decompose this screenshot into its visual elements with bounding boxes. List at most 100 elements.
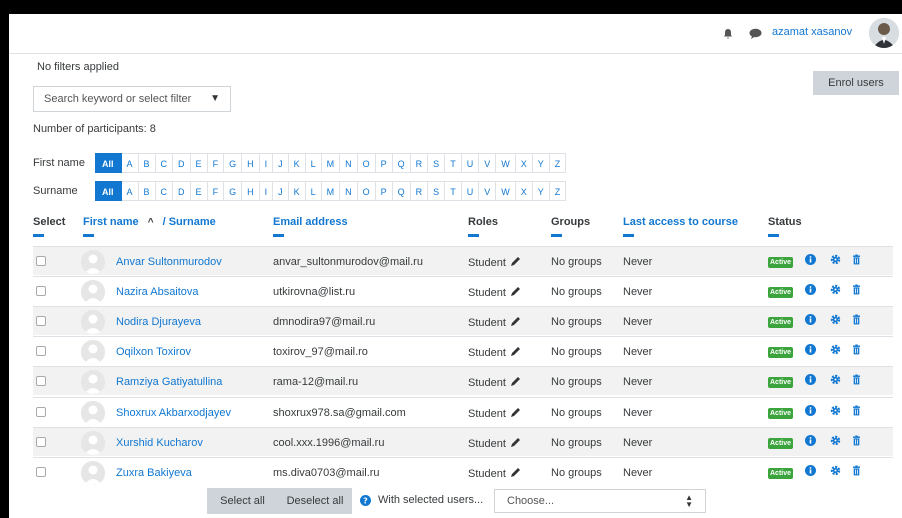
surname-initial-n[interactable]: N [340, 181, 358, 201]
surname-initial-b[interactable]: B [138, 181, 156, 201]
row-select-checkbox[interactable] [36, 286, 46, 297]
sort-firstname-link[interactable]: First name [83, 216, 139, 228]
firstname-initial-c[interactable]: C [155, 153, 174, 173]
surname-initial-k[interactable]: K [288, 181, 306, 201]
header-select-bar[interactable] [33, 234, 44, 237]
unenrol-trash-icon[interactable] [851, 435, 862, 446]
enrolment-info-icon[interactable] [805, 284, 816, 296]
surname-initial-w[interactable]: W [496, 181, 516, 201]
firstname-initial-all[interactable]: All [95, 153, 122, 173]
user-name-link[interactable]: Ramziya Gatiyatullina [116, 376, 222, 388]
edit-enrolment-gear-icon[interactable] [830, 465, 841, 476]
surname-initial-t[interactable]: T [445, 181, 462, 201]
surname-initial-q[interactable]: Q [392, 181, 411, 201]
enrol-users-button[interactable]: Enrol users [813, 71, 899, 95]
unenrol-trash-icon[interactable] [851, 344, 862, 355]
firstname-initial-m[interactable]: M [321, 153, 341, 173]
help-question-icon[interactable]: ? [360, 495, 371, 506]
firstname-initial-d[interactable]: D [173, 153, 191, 173]
surname-initial-d[interactable]: D [173, 181, 191, 201]
surname-initial-p[interactable]: P [375, 181, 393, 201]
surname-initial-o[interactable]: O [357, 181, 376, 201]
user-name-link[interactable]: Nazira Absaitova [116, 286, 199, 298]
surname-initial-u[interactable]: U [461, 181, 480, 201]
edit-roles-pencil-icon[interactable] [510, 376, 521, 387]
unenrol-trash-icon[interactable] [851, 314, 862, 325]
edit-enrolment-gear-icon[interactable] [830, 405, 841, 416]
user-name-link[interactable]: Anvar Sultonmurodov [116, 256, 222, 268]
enrolment-info-icon[interactable] [805, 464, 816, 476]
edit-enrolment-gear-icon[interactable] [830, 284, 841, 295]
firstname-initial-y[interactable]: Y [532, 153, 550, 173]
user-avatar[interactable] [869, 18, 899, 48]
unenrol-trash-icon[interactable] [851, 405, 862, 416]
firstname-initial-q[interactable]: Q [392, 153, 411, 173]
firstname-initial-f[interactable]: F [207, 153, 225, 173]
sort-email-link[interactable]: Email address [273, 216, 348, 228]
edit-roles-pencil-icon[interactable] [510, 286, 521, 297]
surname-initial-h[interactable]: H [242, 181, 260, 201]
unenrol-trash-icon[interactable] [851, 254, 862, 265]
firstname-initial-g[interactable]: G [224, 153, 243, 173]
edit-roles-pencil-icon[interactable] [510, 346, 521, 357]
edit-roles-pencil-icon[interactable] [510, 467, 521, 478]
header-roles-bar[interactable] [468, 234, 479, 237]
edit-enrolment-gear-icon[interactable] [830, 254, 841, 265]
surname-initial-v[interactable]: V [479, 181, 497, 201]
edit-roles-pencil-icon[interactable] [510, 256, 521, 267]
surname-initial-r[interactable]: R [410, 181, 429, 201]
row-select-checkbox[interactable] [36, 436, 46, 447]
surname-initial-x[interactable]: X [515, 181, 533, 201]
user-name-link[interactable]: Xurshid Kucharov [116, 437, 203, 449]
surname-initial-y[interactable]: Y [532, 181, 550, 201]
edit-roles-pencil-icon[interactable] [510, 437, 521, 448]
edit-enrolment-gear-icon[interactable] [830, 435, 841, 446]
surname-initial-e[interactable]: E [190, 181, 208, 201]
edit-enrolment-gear-icon[interactable] [830, 374, 841, 385]
header-status-bar[interactable] [768, 234, 779, 237]
firstname-initial-v[interactable]: V [479, 153, 497, 173]
firstname-initial-x[interactable]: X [515, 153, 533, 173]
firstname-initial-b[interactable]: B [138, 153, 156, 173]
unenrol-trash-icon[interactable] [851, 465, 862, 476]
firstname-initial-h[interactable]: H [242, 153, 260, 173]
sort-surname-link[interactable]: / Surname [163, 216, 216, 228]
firstname-initial-i[interactable]: I [259, 153, 274, 173]
surname-initial-all[interactable]: All [95, 181, 122, 201]
surname-initial-c[interactable]: C [155, 181, 174, 201]
header-name-bar[interactable] [83, 234, 94, 237]
firstname-initial-s[interactable]: S [428, 153, 446, 173]
firstname-initial-z[interactable]: Z [549, 153, 567, 173]
surname-initial-f[interactable]: F [207, 181, 225, 201]
select-all-button[interactable]: Select all [207, 488, 278, 514]
firstname-initial-t[interactable]: T [445, 153, 462, 173]
surname-initial-z[interactable]: Z [549, 181, 567, 201]
row-select-checkbox[interactable] [36, 466, 46, 477]
user-name-link[interactable]: Nodira Djurayeva [116, 316, 201, 328]
bulk-action-select[interactable]: Choose... ▲ ▼ [494, 489, 706, 513]
surname-initial-m[interactable]: M [321, 181, 341, 201]
enrolment-info-icon[interactable] [805, 374, 816, 386]
user-name-link[interactable]: Oqilxon Toxirov [116, 346, 191, 358]
firstname-initial-n[interactable]: N [340, 153, 358, 173]
row-select-checkbox[interactable] [36, 376, 46, 387]
row-select-checkbox[interactable] [36, 406, 46, 417]
edit-roles-pencil-icon[interactable] [510, 316, 521, 327]
firstname-initial-u[interactable]: U [461, 153, 480, 173]
firstname-initial-o[interactable]: O [357, 153, 376, 173]
edit-roles-pencil-icon[interactable] [510, 407, 521, 418]
row-select-checkbox[interactable] [36, 346, 46, 357]
header-groups-bar[interactable] [551, 234, 562, 237]
enrolment-info-icon[interactable] [805, 434, 816, 446]
firstname-initial-r[interactable]: R [410, 153, 429, 173]
notifications-bell-icon[interactable] [722, 28, 734, 40]
row-select-checkbox[interactable] [36, 256, 46, 266]
enrolment-info-icon[interactable] [805, 404, 816, 416]
surname-initial-g[interactable]: G [224, 181, 243, 201]
surname-initial-a[interactable]: A [121, 181, 139, 201]
unenrol-trash-icon[interactable] [851, 284, 862, 295]
surname-initial-j[interactable]: J [273, 181, 289, 201]
firstname-initial-w[interactable]: W [496, 153, 516, 173]
firstname-initial-a[interactable]: A [121, 153, 139, 173]
firstname-initial-k[interactable]: K [288, 153, 306, 173]
